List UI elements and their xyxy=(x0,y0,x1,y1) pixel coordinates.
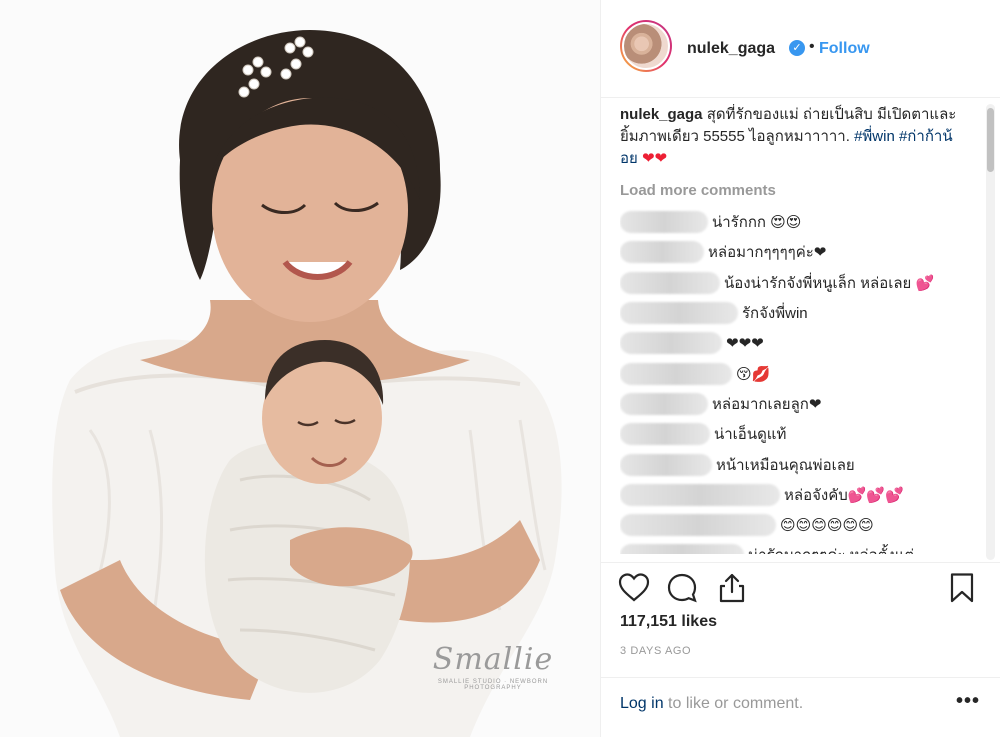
more-options-icon[interactable]: ••• xyxy=(956,690,980,713)
blurred-username xyxy=(620,483,780,506)
post-photo[interactable]: Smallie SMALLIE STUDIO · NEWBORN PHOTOGR… xyxy=(0,0,600,737)
comment-item: 😚💋 xyxy=(620,358,970,388)
verified-badge-icon: ✓ xyxy=(789,40,805,56)
comment-text: น่าเอ็นดูแท้ xyxy=(714,426,787,444)
blurred-username xyxy=(620,271,720,294)
comment-text: 😚💋 xyxy=(736,365,771,383)
caption-username[interactable]: nulek_gaga xyxy=(620,106,703,123)
post-caption: nulek_gaga สุดที่รักของแม่ ถ่ายเป็นสิบ ม… xyxy=(620,104,970,170)
comment-item: หล่อมากๆๆๆๆค่ะ❤ xyxy=(620,237,970,267)
comments-list[interactable]: nulek_gaga สุดที่รักของแม่ ถ่ายเป็นสิบ ม… xyxy=(620,104,970,554)
post-actions: 117,151 likes 3 DAYS AGO Log in to like … xyxy=(601,562,1000,738)
comment-text: หล่อจังคับ💕💕💕 xyxy=(784,486,904,504)
watermark-subtitle: SMALLIE STUDIO · NEWBORN PHOTOGRAPHY xyxy=(437,679,549,691)
follow-button[interactable]: Follow xyxy=(819,40,870,58)
comment-text: 😊😊😊😊😊😊 xyxy=(780,517,874,535)
comment-icon[interactable] xyxy=(665,571,699,605)
comment-text: น้องน่ารักจังพี่หนูเล็ก หล่อเลย 💕 xyxy=(724,274,935,292)
blurred-username xyxy=(620,423,710,446)
bookmark-icon[interactable] xyxy=(945,571,979,605)
blurred-username xyxy=(620,544,744,554)
comment-item: น่าเอ็นดูแท้ xyxy=(620,419,970,449)
blurred-username xyxy=(620,453,712,476)
post-header: nulek_gaga ✓ • Follow xyxy=(601,0,1000,98)
comment-text: หล่อมากเลยลูก❤ xyxy=(712,395,822,413)
caption-hearts: ❤❤ xyxy=(641,150,668,167)
blurred-username xyxy=(620,241,704,264)
share-icon[interactable] xyxy=(715,571,749,605)
comment-item: รักจังพี่win xyxy=(620,298,970,328)
load-more-comments-button[interactable]: Load more comments xyxy=(620,182,970,199)
comment-text: ❤❤❤ xyxy=(726,335,764,353)
login-link[interactable]: Log in xyxy=(620,695,664,712)
login-prompt: Log in to like or comment. xyxy=(620,695,803,713)
comment-item: 😊😊😊😊😊😊 xyxy=(620,510,970,540)
comment-text: หน้าเหมือนคุณพ่อเลย xyxy=(716,456,855,474)
heart-icon[interactable] xyxy=(617,571,651,605)
mother-and-baby-illustration xyxy=(0,0,600,737)
blurred-username xyxy=(620,302,738,325)
login-prompt-rest: to like or comment. xyxy=(663,695,804,712)
comment-text: รักจังพี่win xyxy=(742,305,808,323)
avatar[interactable] xyxy=(620,20,672,72)
comment-item: หล่อมากเลยลูก❤ xyxy=(620,389,970,419)
header-separator: • xyxy=(809,38,815,55)
likes-count[interactable]: 117,151 likes xyxy=(620,613,717,631)
post-side-panel: nulek_gaga ✓ • Follow nulek_gaga สุดที่ร… xyxy=(600,0,1000,737)
comment-text: น่ารักมากๆๆค่ะ หล่อตั้งแต่ xyxy=(748,543,914,554)
comment-item: ❤❤❤ xyxy=(620,328,970,358)
blurred-username xyxy=(620,392,708,415)
blurred-username xyxy=(620,332,722,355)
author-username[interactable]: nulek_gaga xyxy=(687,40,775,58)
blurred-username xyxy=(620,514,776,537)
photographer-watermark: Smallie SMALLIE STUDIO · NEWBORN PHOTOGR… xyxy=(418,642,568,691)
comment-item: น่ารักกก 😍😍 xyxy=(620,207,970,237)
comment-item: น้องน่ารักจังพี่หนูเล็ก หล่อเลย 💕 xyxy=(620,268,970,298)
login-bar: Log in to like or comment. ••• xyxy=(601,677,1000,739)
comment-item: หล่อจังคับ💕💕💕 xyxy=(620,480,970,510)
comment-item: น่ารักมากๆๆค่ะ หล่อตั้งแต่ xyxy=(620,540,970,554)
blurred-username xyxy=(620,211,708,234)
post-timestamp[interactable]: 3 DAYS AGO xyxy=(620,645,691,657)
watermark-name: Smallie xyxy=(432,642,554,677)
comment-item: หน้าเหมือนคุณพ่อเลย xyxy=(620,449,970,479)
comment-text: น่ารักกก 😍😍 xyxy=(712,214,802,232)
blurred-username xyxy=(620,362,732,385)
comment-text: หล่อมากๆๆๆๆค่ะ❤ xyxy=(708,244,827,262)
scrollbar-thumb[interactable] xyxy=(987,108,994,172)
comments-scrollbar[interactable] xyxy=(986,104,995,560)
